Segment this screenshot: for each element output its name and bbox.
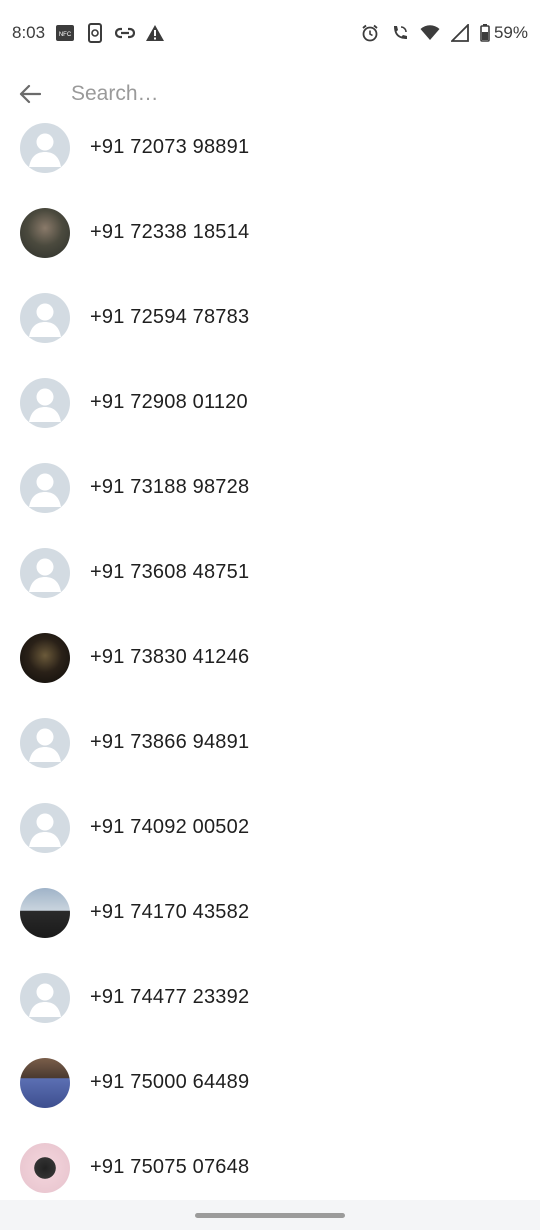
contact-row[interactable]: +91 74477 23392 — [0, 955, 540, 1040]
contact-row[interactable]: +91 74092 00502 — [0, 785, 540, 870]
contact-row[interactable]: +91 72908 01120 — [0, 360, 540, 445]
alarm-icon — [360, 23, 380, 43]
contact-phone: +91 73608 48751 — [90, 561, 250, 583]
contact-list[interactable]: +91 72073 98891 +91 72338 18514 +91 72594 … — [0, 122, 540, 1200]
contact-phone: +91 73830 41246 — [90, 646, 250, 668]
contact-phone: +91 73188 98728 — [90, 476, 250, 498]
contact-photo — [20, 207, 70, 258]
default-avatar-icon — [20, 377, 70, 428]
contact-row[interactable]: +91 75075 07648 — [0, 1125, 540, 1200]
contact-row[interactable]: +91 73188 98728 — [0, 445, 540, 530]
contact-row[interactable]: +91 72594 78783 — [0, 275, 540, 360]
contact-photo — [20, 887, 70, 938]
contact-row[interactable]: +91 75000 64489 — [0, 1040, 540, 1125]
default-avatar-icon — [20, 972, 70, 1023]
status-bar: 8:03 NFC 59% — [0, 0, 540, 66]
search-bar — [0, 66, 540, 122]
navigation-bar — [0, 1200, 540, 1230]
arrow-left-icon — [19, 84, 41, 104]
contact-phone: +91 75075 07648 — [90, 1156, 250, 1178]
link-icon — [115, 23, 136, 43]
contact-phone: +91 72073 98891 — [90, 136, 250, 158]
contact-phone: +91 74477 23392 — [90, 986, 250, 1008]
default-avatar-icon — [20, 462, 70, 513]
contact-row[interactable]: +91 73866 94891 — [0, 700, 540, 785]
status-bar-left: 8:03 NFC — [12, 23, 165, 43]
warning-icon — [145, 23, 165, 43]
contact-photo — [20, 1142, 70, 1193]
wifi-icon — [420, 23, 440, 43]
contact-phone: +91 72338 18514 — [90, 221, 250, 243]
contact-phone: +91 75000 64489 — [90, 1071, 250, 1093]
signal-icon — [450, 23, 470, 43]
contact-photo — [20, 1057, 70, 1108]
wifi-call-icon — [390, 23, 410, 43]
svg-text:NFC: NFC — [59, 32, 72, 38]
status-bar-right: 59% — [360, 23, 528, 43]
nfc-icon: NFC — [55, 23, 75, 43]
contact-photo — [20, 632, 70, 683]
default-avatar-icon — [20, 802, 70, 853]
default-avatar-icon — [20, 292, 70, 343]
contact-row[interactable]: +91 73830 41246 — [0, 615, 540, 700]
clock: 8:03 — [12, 23, 46, 42]
contact-row[interactable]: +91 72073 98891 — [0, 122, 540, 190]
default-avatar-icon — [20, 717, 70, 768]
default-avatar-icon — [20, 122, 70, 173]
contact-row[interactable]: +91 72338 18514 — [0, 190, 540, 275]
gesture-handle[interactable] — [195, 1212, 345, 1218]
contact-phone: +91 74170 43582 — [90, 901, 250, 923]
default-avatar-icon — [20, 547, 70, 598]
contact-phone: +91 73866 94891 — [90, 731, 250, 753]
search-input[interactable] — [69, 81, 493, 107]
phone-lock-icon — [85, 23, 105, 43]
battery-percent: 59% — [493, 23, 528, 42]
contact-row[interactable]: +91 74170 43582 — [0, 870, 540, 955]
back-button[interactable] — [0, 66, 60, 122]
contact-phone: +91 72908 01120 — [90, 391, 248, 413]
contact-phone: +91 74092 00502 — [90, 816, 250, 838]
battery-icon — [480, 23, 490, 43]
contact-phone: +91 72594 78783 — [90, 306, 250, 328]
contact-row[interactable]: +91 73608 48751 — [0, 530, 540, 615]
